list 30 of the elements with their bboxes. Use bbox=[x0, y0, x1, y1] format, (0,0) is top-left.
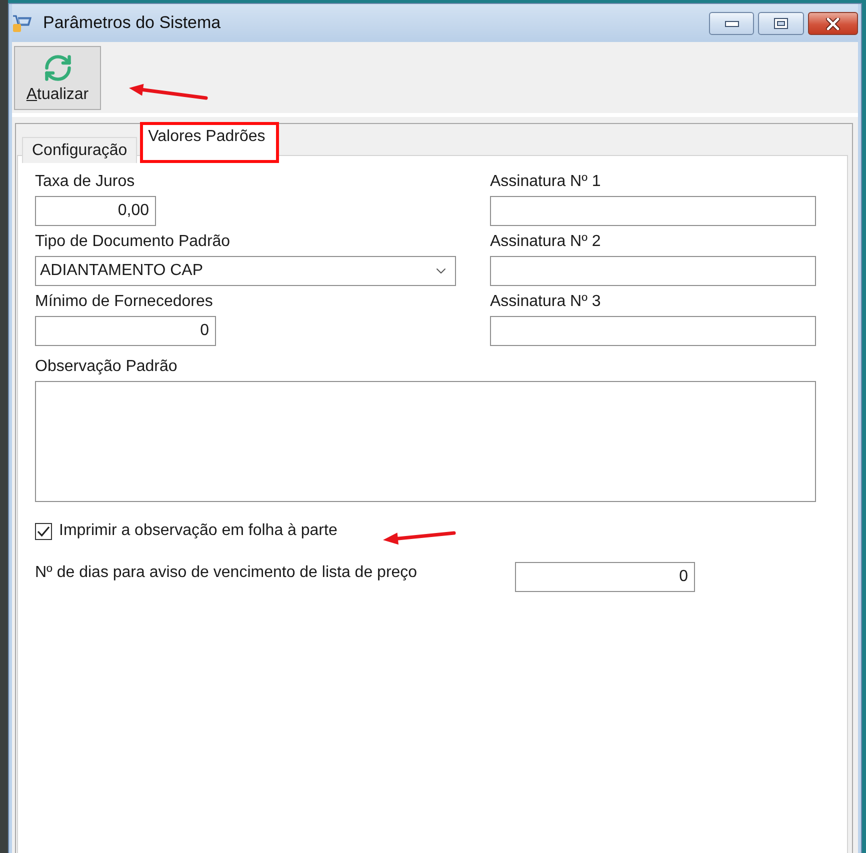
field-label: Assinatura Nº 3 bbox=[490, 293, 601, 311]
field-label: Tipo de Documento Padrão bbox=[35, 233, 230, 251]
number-field[interactable]: 0,00 bbox=[35, 196, 156, 226]
minimize-button[interactable] bbox=[709, 12, 754, 35]
window-title: Parâmetros do Sistema bbox=[43, 13, 221, 33]
check-icon bbox=[37, 526, 50, 536]
field-label: Assinatura Nº 1 bbox=[490, 173, 601, 191]
close-button[interactable] bbox=[808, 12, 858, 35]
checkbox-label: Imprimir a observação em folha à parte bbox=[59, 522, 338, 540]
text-field[interactable] bbox=[490, 316, 816, 346]
text-field[interactable] bbox=[490, 256, 816, 286]
number-field[interactable]: 0 bbox=[35, 316, 216, 346]
checkbox[interactable] bbox=[35, 522, 52, 540]
shopping-cart-icon bbox=[12, 13, 32, 33]
dropdown-field[interactable]: ADIANTAMENTO CAP bbox=[35, 256, 456, 286]
maximize-icon bbox=[774, 18, 788, 29]
minimize-icon bbox=[724, 20, 738, 26]
refresh-button[interactable]: Atualizar bbox=[14, 46, 101, 110]
field-label: Taxa de Juros bbox=[35, 173, 135, 191]
field-label: Nº de dias para aviso de vencimento de lista de preço bbox=[35, 563, 418, 582]
close-icon bbox=[826, 18, 840, 30]
tab[interactable]: Configuração bbox=[22, 137, 138, 163]
field-label: Assinatura Nº 2 bbox=[490, 233, 601, 251]
field-label: Observação Padrão bbox=[35, 358, 178, 376]
maximize-button[interactable] bbox=[758, 12, 804, 35]
text-field[interactable] bbox=[490, 196, 816, 226]
number-field[interactable]: 0 bbox=[515, 562, 695, 592]
field-label: Mínimo de Fornecedores bbox=[35, 293, 213, 311]
notes-field[interactable] bbox=[35, 381, 816, 502]
refresh-icon bbox=[42, 53, 72, 83]
